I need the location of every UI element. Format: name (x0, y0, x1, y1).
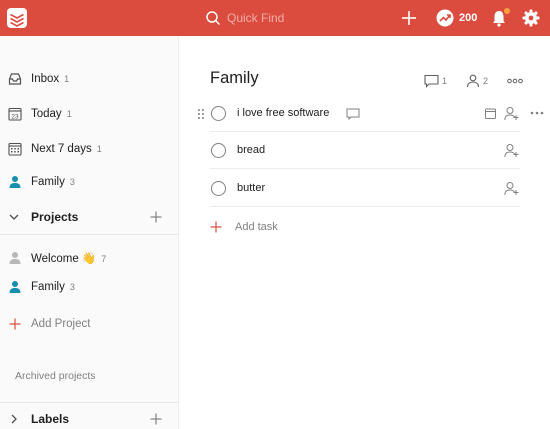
plus-icon (9, 318, 21, 330)
settings-button[interactable] (522, 6, 542, 30)
calendar-today-icon: 23 (8, 107, 22, 121)
sidebar-item-inbox[interactable]: Inbox 1 (0, 66, 179, 92)
assign-user-icon[interactable] (504, 181, 519, 196)
person-icon (9, 176, 21, 188)
sidebar: Inbox 1 23 Today 1 Next 7 days 1 Family 3 (0, 36, 179, 429)
comment-icon (424, 74, 439, 88)
person-icon (9, 252, 21, 264)
labels-section-header[interactable]: Labels (0, 406, 179, 429)
sidebar-item-count: 3 (69, 177, 75, 187)
divider (0, 402, 179, 403)
quick-add-button[interactable] (401, 6, 419, 30)
project-label: Welcome 👋 (31, 253, 97, 265)
sidebar-item-label: Today (31, 108, 62, 120)
assign-user-icon[interactable] (504, 106, 519, 121)
sidebar-item-label: Inbox (31, 73, 60, 85)
svg-text:23: 23 (11, 114, 19, 121)
search-placeholder: Quick Find (227, 11, 285, 25)
task-checkbox[interactable] (211, 106, 226, 121)
karma-button[interactable]: 200 (436, 6, 477, 30)
task-content[interactable]: i love free software (237, 107, 329, 119)
todoist-logo-icon[interactable] (6, 7, 28, 29)
calendar-week-icon (8, 142, 22, 156)
sidebar-item-label: Family (31, 176, 65, 188)
sidebar-item-next-7-days[interactable]: Next 7 days 1 (0, 136, 179, 162)
project-title: Family (210, 69, 259, 87)
person-icon (9, 281, 21, 293)
divider (0, 234, 179, 235)
main-content: Family 1 2 i love free software bread bu… (180, 36, 550, 429)
sidebar-project-welcome[interactable]: Welcome 👋 7 (0, 245, 179, 271)
assign-user-icon[interactable] (504, 143, 519, 158)
more-horizontal-icon (507, 78, 523, 84)
task-content[interactable]: bread (237, 144, 265, 156)
sidebar-item-family[interactable]: Family 3 (0, 169, 179, 195)
chevron-right-icon[interactable] (9, 414, 19, 424)
project-label: Family (31, 281, 65, 293)
inbox-icon (8, 73, 22, 85)
task-more-icon[interactable] (530, 111, 544, 115)
drag-handle-icon[interactable] (197, 108, 205, 120)
notification-badge (504, 8, 510, 14)
sidebar-project-family[interactable]: Family 3 (0, 274, 179, 300)
task-item[interactable]: i love free software (210, 95, 544, 132)
add-label-plus-icon[interactable] (150, 413, 162, 425)
add-project-plus-icon[interactable] (150, 211, 162, 223)
project-share-button[interactable]: 2 (466, 73, 488, 89)
sidebar-item-count: 1 (66, 109, 72, 119)
plus-icon (210, 221, 222, 233)
labels-title: Labels (31, 412, 70, 426)
person-outline-icon (466, 74, 480, 88)
search-icon (206, 11, 221, 26)
sidebar-item-label: Next 7 days (31, 143, 92, 155)
task-checkbox[interactable] (211, 143, 226, 158)
project-more-button[interactable] (507, 73, 523, 89)
add-task-label: Add task (235, 221, 278, 233)
task-comment-icon[interactable] (346, 108, 360, 120)
project-count: 7 (101, 254, 107, 264)
notifications-button[interactable] (490, 6, 510, 30)
project-comments-button[interactable]: 1 (424, 73, 447, 89)
project-count: 3 (69, 282, 75, 292)
archived-projects-link[interactable]: Archived projects (15, 370, 96, 382)
projects-title: Projects (31, 210, 79, 224)
karma-score: 200 (459, 12, 478, 24)
add-project-label: Add Project (31, 318, 91, 330)
collaborators-count: 2 (483, 76, 489, 86)
task-item[interactable]: butter (210, 170, 520, 207)
comments-count: 1 (442, 76, 448, 86)
top-bar: Quick Find 200 (0, 0, 550, 36)
projects-section-header[interactable]: Projects (0, 204, 179, 230)
sidebar-item-today[interactable]: 23 Today 1 (0, 101, 179, 127)
schedule-calendar-icon[interactable] (485, 108, 496, 119)
plus-icon (402, 11, 416, 25)
task-item[interactable]: bread (210, 132, 520, 169)
sidebar-item-count: 1 (64, 74, 70, 84)
sidebar-item-count: 1 (96, 144, 102, 154)
add-project-button[interactable]: Add Project (0, 311, 179, 337)
gear-icon (522, 9, 540, 27)
quick-find-search[interactable]: Quick Find (205, 9, 395, 27)
karma-trend-icon (436, 9, 454, 27)
chevron-down-icon[interactable] (9, 212, 19, 222)
add-task-button[interactable]: Add task (210, 217, 278, 237)
task-checkbox[interactable] (211, 181, 226, 196)
task-content[interactable]: butter (237, 182, 265, 194)
